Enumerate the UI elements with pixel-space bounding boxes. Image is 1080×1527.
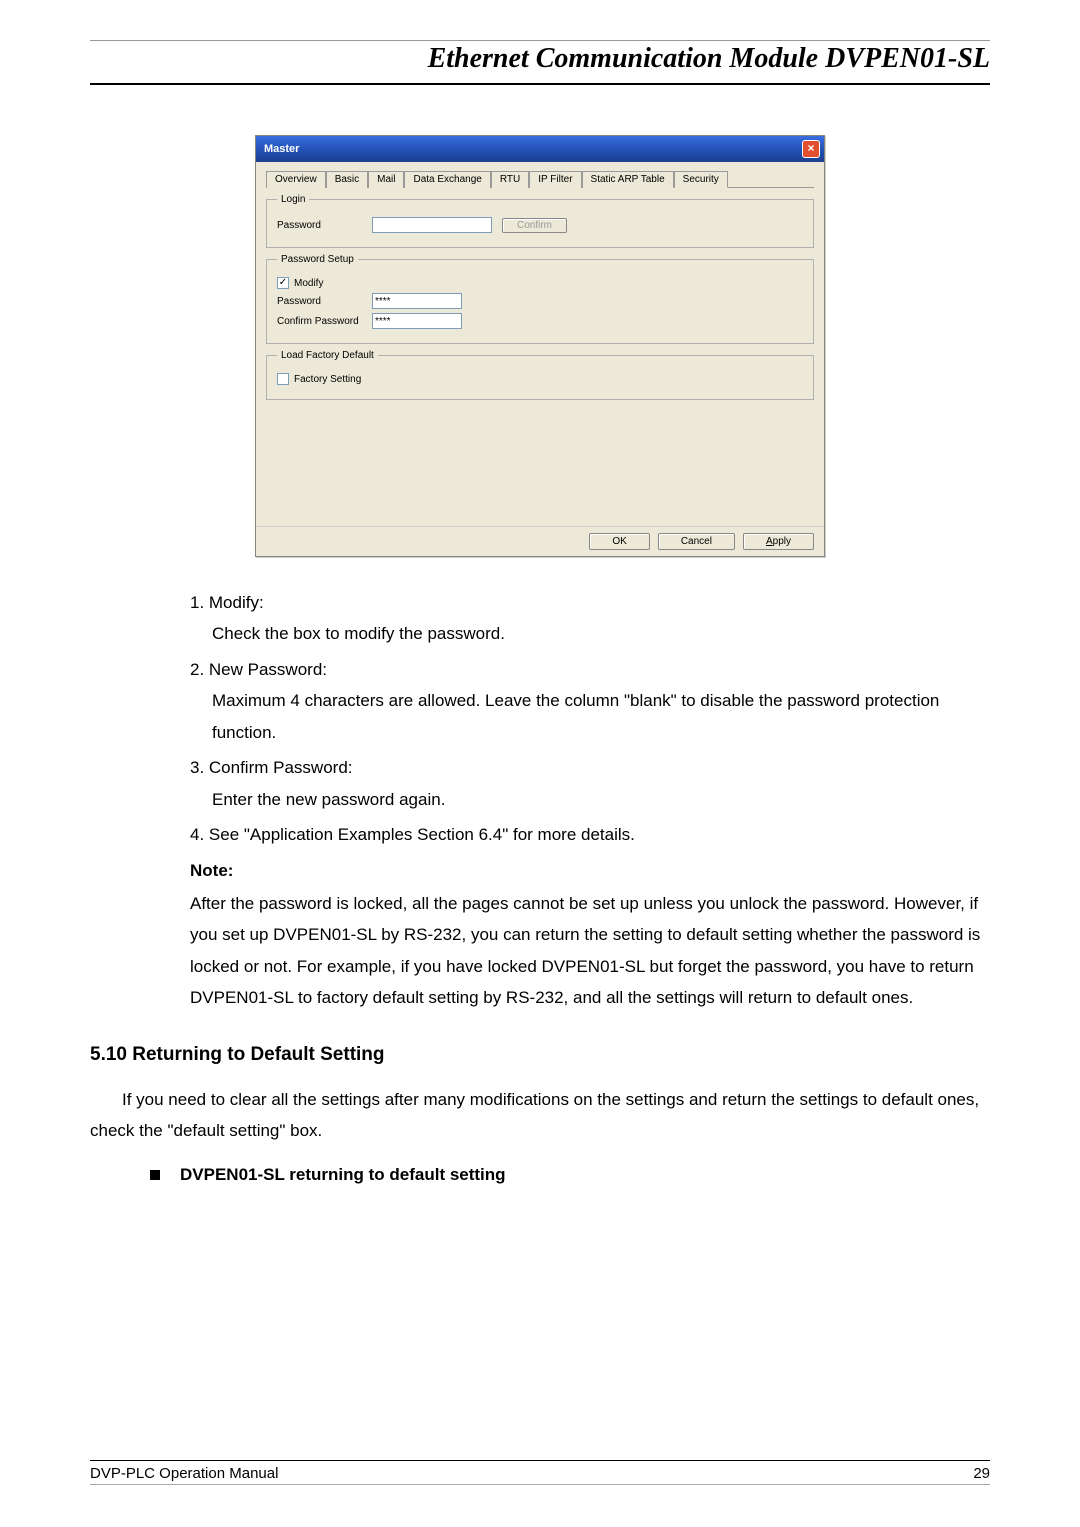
bullet-item: DVPEN01-SL returning to default setting bbox=[150, 1165, 990, 1185]
confirm-password-input[interactable] bbox=[372, 313, 462, 329]
note-body: After the password is locked, all the pa… bbox=[190, 888, 990, 1014]
item3-heading: 3. Confirm Password: bbox=[190, 758, 353, 777]
password-setup-legend: Password Setup bbox=[277, 254, 358, 265]
footer-left: DVP-PLC Operation Manual bbox=[90, 1465, 278, 1482]
page-header-title: Ethernet Communication Module DVPEN01-SL bbox=[90, 40, 990, 85]
item1-heading: 1. Modify: bbox=[190, 593, 264, 612]
section-5-10-para: If you need to clear all the settings af… bbox=[90, 1084, 990, 1147]
item4-heading: 4. See "Application Examples Section 6.4… bbox=[190, 825, 635, 844]
login-confirm-button[interactable]: Confirm bbox=[502, 218, 567, 233]
item3-desc: Enter the new password again. bbox=[190, 784, 990, 815]
tab-ip-filter[interactable]: IP Filter bbox=[529, 171, 581, 188]
item1-desc: Check the box to modify the password. bbox=[190, 618, 990, 649]
modify-label: Modify bbox=[294, 278, 323, 289]
ok-button[interactable]: OK bbox=[589, 533, 649, 550]
factory-checkbox[interactable] bbox=[277, 373, 289, 385]
square-bullet-icon bbox=[150, 1170, 160, 1180]
dialog-button-row: OK Cancel Apply bbox=[256, 526, 824, 556]
factory-label: Factory Setting bbox=[294, 374, 361, 385]
new-password-label: Password bbox=[277, 296, 372, 307]
dialog-title: Master bbox=[264, 143, 299, 155]
login-password-input[interactable] bbox=[372, 217, 492, 233]
item2-desc: Maximum 4 characters are allowed. Leave … bbox=[190, 685, 990, 748]
close-icon[interactable]: × bbox=[802, 140, 820, 158]
password-setup-group: Password Setup ✓ Modify Password Confirm… bbox=[266, 254, 814, 344]
tab-static-arp[interactable]: Static ARP Table bbox=[582, 171, 674, 188]
bullet-text: DVPEN01-SL returning to default setting bbox=[180, 1165, 506, 1184]
page-footer: DVP-PLC Operation Manual 29 bbox=[90, 1460, 990, 1485]
login-group: Login Password Confirm bbox=[266, 194, 814, 248]
factory-legend: Load Factory Default bbox=[277, 350, 378, 361]
footer-page-number: 29 bbox=[973, 1465, 990, 1482]
tab-data-exchange[interactable]: Data Exchange bbox=[404, 171, 490, 188]
tab-strip: Overview Basic Mail Data Exchange RTU IP… bbox=[266, 170, 814, 188]
item2-heading: 2. New Password: bbox=[190, 660, 327, 679]
cancel-button[interactable]: Cancel bbox=[658, 533, 735, 550]
instruction-list: 1. Modify: Check the box to modify the p… bbox=[90, 587, 990, 1014]
new-password-input[interactable] bbox=[372, 293, 462, 309]
note-label: Note: bbox=[190, 855, 990, 886]
factory-default-group: Load Factory Default Factory Setting bbox=[266, 350, 814, 400]
tab-basic[interactable]: Basic bbox=[326, 171, 368, 188]
dialog-titlebar: Master × bbox=[256, 136, 824, 162]
confirm-password-label: Confirm Password bbox=[277, 316, 372, 327]
tab-security[interactable]: Security bbox=[674, 171, 728, 188]
tab-rtu[interactable]: RTU bbox=[491, 171, 529, 188]
tab-mail[interactable]: Mail bbox=[368, 171, 404, 188]
modify-checkbox[interactable]: ✓ bbox=[277, 277, 289, 289]
login-legend: Login bbox=[277, 194, 309, 205]
section-5-10-heading: 5.10 Returning to Default Setting bbox=[90, 1044, 990, 1066]
tab-overview[interactable]: Overview bbox=[266, 171, 326, 188]
master-dialog: Master × Overview Basic Mail Data Exchan… bbox=[255, 135, 825, 557]
login-password-label: Password bbox=[277, 220, 372, 231]
apply-button[interactable]: Apply bbox=[743, 533, 814, 550]
